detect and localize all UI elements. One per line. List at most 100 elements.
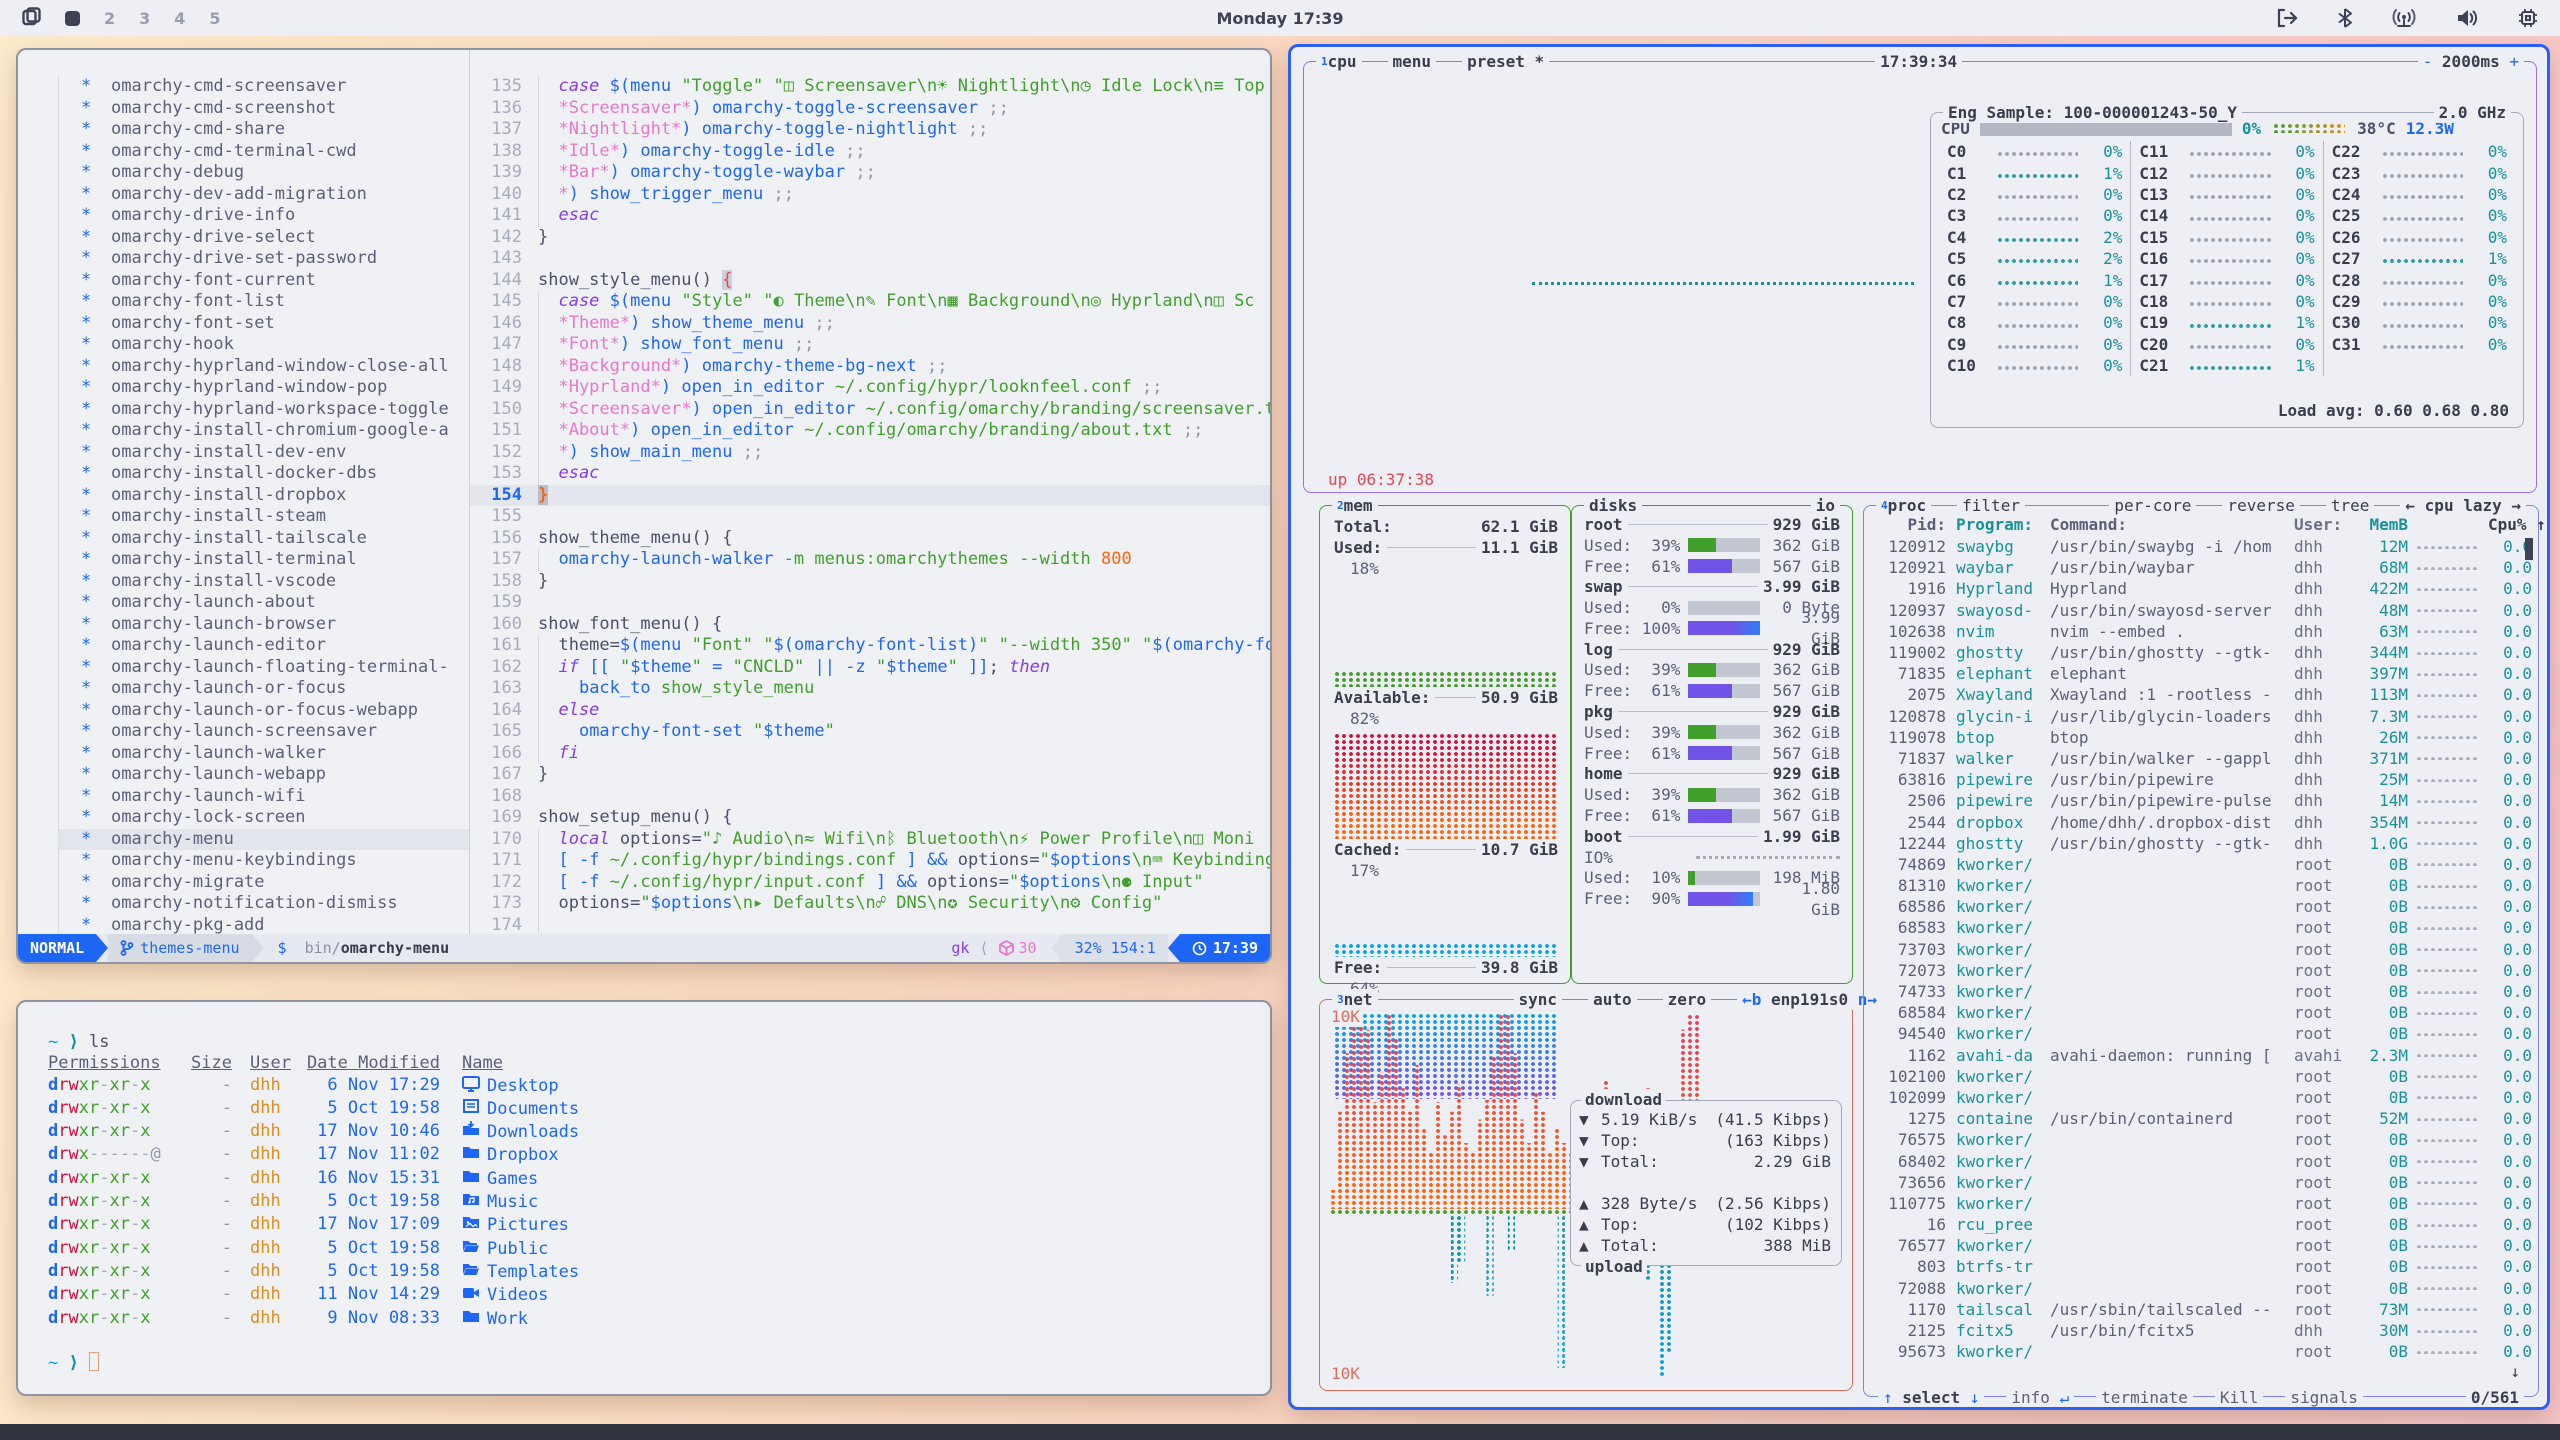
file-item[interactable]: *omarchy-notification-dismiss	[58, 893, 469, 915]
file-item[interactable]: *omarchy-drive-info	[58, 205, 469, 227]
code-line[interactable]: 154}	[470, 485, 1270, 507]
dir-name[interactable]: Public	[487, 1239, 548, 1260]
code-line[interactable]: 164 else	[470, 700, 1270, 722]
process-row[interactable]: 95673kworker/root0B0.0	[1872, 1341, 2532, 1362]
process-row[interactable]: 68584kworker/root0B0.0	[1872, 1002, 2532, 1023]
file-item[interactable]: *omarchy-cmd-share	[58, 119, 469, 141]
code-line[interactable]: 146 *Theme*) show_theme_menu ;;	[470, 313, 1270, 335]
code-line[interactable]: 139 *Bar*) omarchy-toggle-waybar ;;	[470, 162, 1270, 184]
code-line[interactable]: 169show_setup_menu() {	[470, 807, 1270, 829]
code-line[interactable]: 158}	[470, 571, 1270, 593]
proc-footer-key[interactable]: ↑ select ↓	[1878, 1387, 1984, 1408]
file-item[interactable]: *omarchy-font-current	[58, 270, 469, 292]
file-item[interactable]: *omarchy-debug	[58, 162, 469, 184]
process-row[interactable]: 2544dropbox/home/dhh/.dropbox-distdhh354…	[1872, 811, 2532, 832]
proc-percore-button[interactable]: per-core	[2109, 495, 2196, 516]
proc-sort-selector[interactable]: ← cpu lazy →	[2400, 495, 2526, 516]
file-item[interactable]: *omarchy-launch-walker	[58, 743, 469, 765]
file-item[interactable]: *omarchy-drive-set-password	[58, 248, 469, 270]
file-item[interactable]: *omarchy-hyprland-workspace-toggle	[58, 399, 469, 421]
process-row[interactable]: 102099kworker/root0B0.0	[1872, 1087, 2532, 1108]
process-row[interactable]: 73703kworker/root0B0.0	[1872, 939, 2532, 960]
dir-name[interactable]: Work	[487, 1309, 528, 1330]
code-line[interactable]: 147 *Font*) show_font_menu ;;	[470, 334, 1270, 356]
file-item[interactable]: *omarchy-launch-or-focus	[58, 678, 469, 700]
dir-name[interactable]: Desktop	[487, 1076, 559, 1097]
proc-footer-key[interactable]: Kill	[2215, 1387, 2264, 1408]
net-iface[interactable]: ←b enp191s0 n→	[1737, 989, 1882, 1010]
process-row[interactable]: 74869kworker/root0B0.0	[1872, 854, 2532, 875]
code-line[interactable]: 142}	[470, 227, 1270, 249]
process-row[interactable]: 71835elephantelephantdhh397M0.0	[1872, 663, 2532, 684]
process-row[interactable]: 1916HyprlandHyprlanddhh422M0.0	[1872, 578, 2532, 599]
proc-footer-key[interactable]: signals	[2285, 1387, 2362, 1408]
dir-name[interactable]: Games	[487, 1169, 538, 1190]
process-row[interactable]: 94540kworker/root0B0.0	[1872, 1023, 2532, 1044]
file-item[interactable]: *omarchy-dev-add-migration	[58, 184, 469, 206]
code-line[interactable]: 174	[470, 915, 1270, 935]
process-row[interactable]: 72073kworker/root0B0.0	[1872, 960, 2532, 981]
file-item[interactable]: *omarchy-lock-screen	[58, 807, 469, 829]
code-line[interactable]: 151 *About*) open_in_editor ~/.config/om…	[470, 420, 1270, 442]
file-item[interactable]: *omarchy-launch-webapp	[58, 764, 469, 786]
code-line[interactable]: 141 esac	[470, 205, 1270, 227]
process-row[interactable]: 120912swaybg/usr/bin/swaybg -i /homdhh12…	[1872, 536, 2532, 557]
code-line[interactable]: 137 *Nightlight*) omarchy-toggle-nightli…	[470, 119, 1270, 141]
code-editor[interactable]: 135 case $(menu "Toggle" "◫ Screensaver\…	[470, 50, 1270, 934]
process-row[interactable]: 2125fcitx5/usr/bin/fcitx5dhh30M0.0	[1872, 1320, 2532, 1341]
file-item[interactable]: *omarchy-install-tailscale	[58, 528, 469, 550]
menu-button[interactable]: menu	[1388, 51, 1437, 72]
process-row[interactable]: 63816pipewire/usr/bin/pipewiredhh25M0.0	[1872, 769, 2532, 790]
process-row[interactable]: 76575kworker/root0B0.0	[1872, 1129, 2532, 1150]
process-row[interactable]: 81310kworker/root0B0.0	[1872, 875, 2532, 896]
code-line[interactable]: 171 [ -f ~/.config/hypr/bindings.conf ] …	[470, 850, 1270, 872]
process-row[interactable]: 803btrfs-trroot0B0.0	[1872, 1256, 2532, 1277]
process-row[interactable]: 1275containe/usr/bin/containerdroot52M0.…	[1872, 1108, 2532, 1129]
network-icon[interactable]	[2392, 8, 2416, 28]
process-row[interactable]: 120878glycin-i/usr/lib/glycin-loadersdhh…	[1872, 706, 2532, 727]
dir-name[interactable]: Videos	[487, 1285, 548, 1306]
dir-name[interactable]: Documents	[487, 1099, 579, 1120]
process-row[interactable]: 2506pipewire/usr/bin/pipewire-pulsedhh14…	[1872, 790, 2532, 811]
process-row[interactable]: 102100kworker/root0B0.0	[1872, 1066, 2532, 1087]
file-item[interactable]: *omarchy-pkg-add	[58, 915, 469, 935]
process-row[interactable]: 68402kworker/root0B0.0	[1872, 1150, 2532, 1171]
process-row[interactable]: 120921waybar/usr/bin/waybardhh68M0.0	[1872, 557, 2532, 578]
file-item[interactable]: *omarchy-font-set	[58, 313, 469, 335]
code-line[interactable]: 150 *Screensaver*) open_in_editor ~/.con…	[470, 399, 1270, 421]
dir-name[interactable]: Downloads	[487, 1122, 579, 1143]
code-line[interactable]: 170 local options="♪ Audio\n≈ Wifi\nᛒ Bl…	[470, 829, 1270, 851]
file-item[interactable]: *omarchy-install-vscode	[58, 571, 469, 593]
volume-icon[interactable]	[2456, 8, 2478, 28]
code-line[interactable]: 163 back_to show_style_menu	[470, 678, 1270, 700]
code-line[interactable]: 161 theme=$(menu "Font" "$(omarchy-font-…	[470, 635, 1270, 657]
process-row[interactable]: 68583kworker/root0B0.0	[1872, 917, 2532, 938]
file-item[interactable]: *omarchy-install-dev-env	[58, 442, 469, 464]
proc-footer-key[interactable]: terminate	[2096, 1387, 2193, 1408]
file-item[interactable]: *omarchy-migrate	[58, 872, 469, 894]
proc-tree-button[interactable]: tree	[2326, 495, 2375, 516]
file-item[interactable]: *omarchy-launch-about	[58, 592, 469, 614]
logout-icon[interactable]	[2276, 8, 2298, 28]
file-item[interactable]: *omarchy-install-chromium-google-a	[58, 420, 469, 442]
file-item[interactable]: *omarchy-launch-wifi	[58, 786, 469, 808]
process-row[interactable]: 73656kworker/root0B0.0	[1872, 1172, 2532, 1193]
file-item[interactable]: *omarchy-launch-floating-terminal-	[58, 657, 469, 679]
file-item[interactable]: *omarchy-cmd-terminal-cwd	[58, 141, 469, 163]
process-row[interactable]: 76577kworker/root0B0.0	[1872, 1235, 2532, 1256]
net-auto-button[interactable]: auto	[1588, 989, 1637, 1010]
proc-footer-key[interactable]: info ↵	[2006, 1387, 2074, 1408]
process-row[interactable]: 2075XwaylandXwayland :1 -rootless -dhh11…	[1872, 684, 2532, 705]
dir-name[interactable]: Music	[487, 1192, 538, 1213]
process-row[interactable]: 74733kworker/root0B0.0	[1872, 981, 2532, 1002]
code-line[interactable]: 173 options="$options\n▸ Defaults\n☍ DNS…	[470, 893, 1270, 915]
code-line[interactable]: 144show_style_menu() {	[470, 270, 1270, 292]
code-line[interactable]: 148 *Background*) omarchy-theme-bg-next …	[470, 356, 1270, 378]
dir-name[interactable]: Pictures	[487, 1215, 569, 1236]
code-line[interactable]: 140 *) show_trigger_menu ;;	[470, 184, 1270, 206]
code-line[interactable]: 156show_theme_menu() {	[470, 528, 1270, 550]
net-zero-button[interactable]: zero	[1663, 989, 1712, 1010]
file-item[interactable]: *omarchy-install-docker-dbs	[58, 463, 469, 485]
file-item[interactable]: *omarchy-font-list	[58, 291, 469, 313]
code-line[interactable]: 136 *Screensaver*) omarchy-toggle-screen…	[470, 98, 1270, 120]
